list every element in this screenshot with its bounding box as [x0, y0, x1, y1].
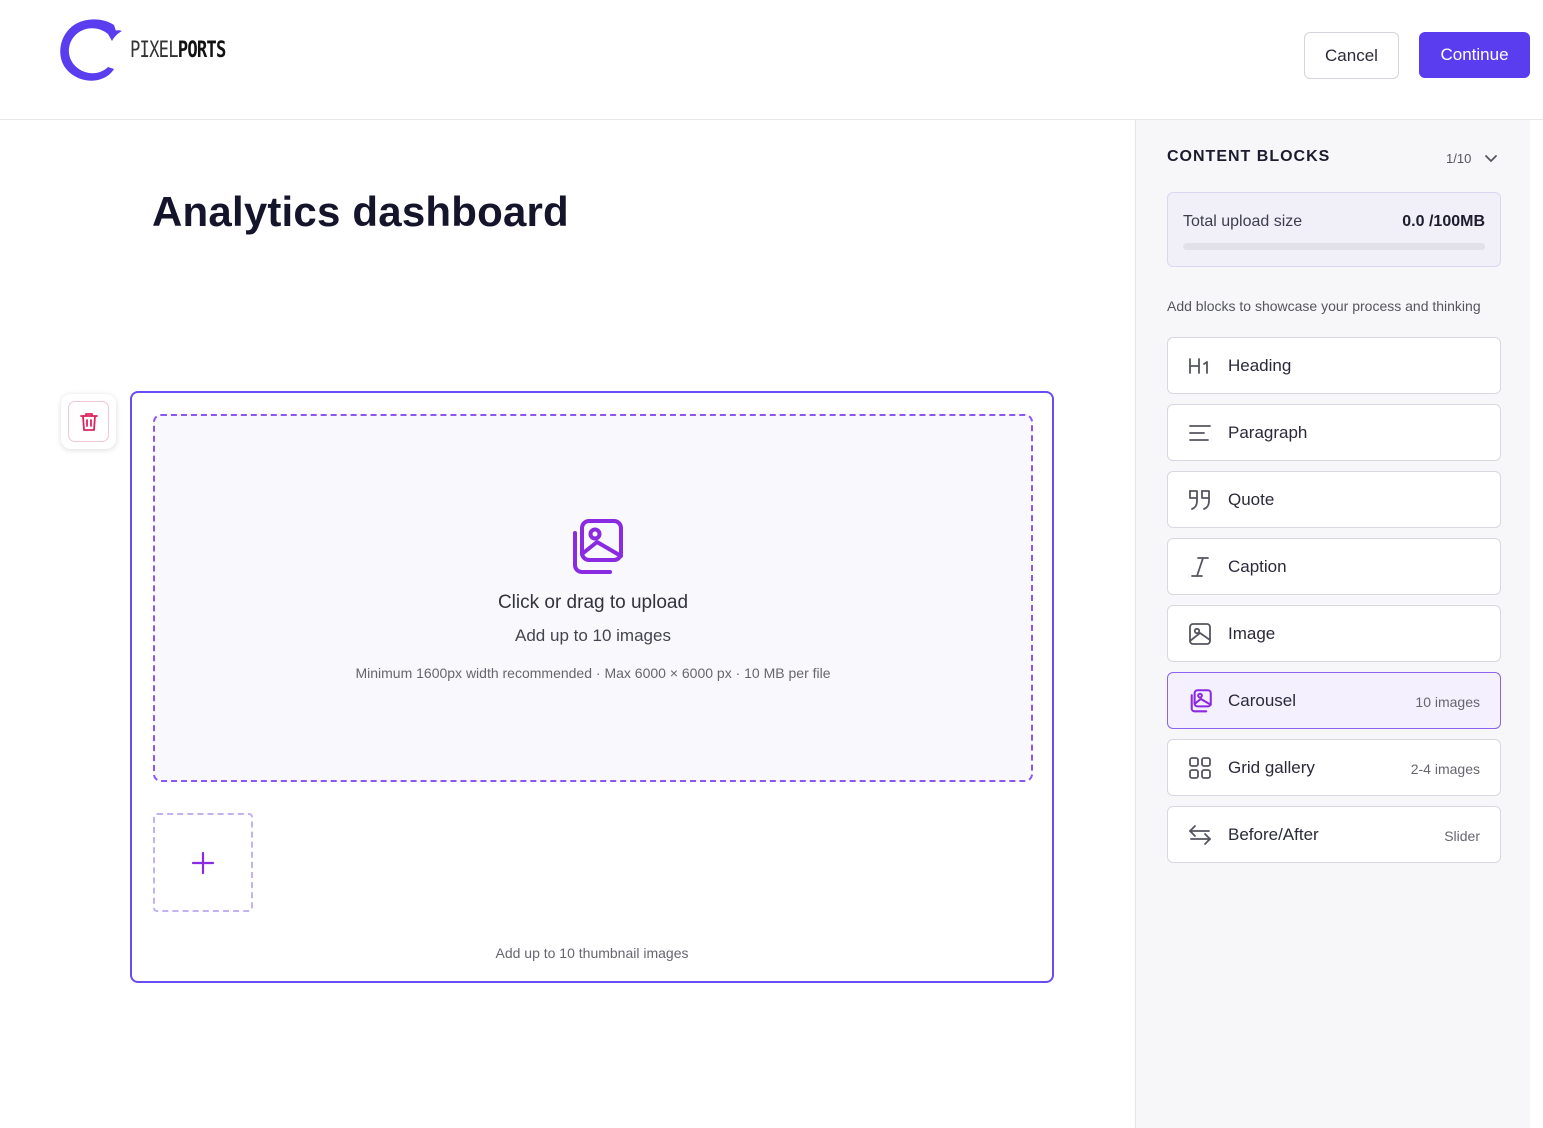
block-label: Image	[1228, 624, 1276, 643]
block-label: Carousel	[1228, 691, 1297, 710]
block-item-before-after[interactable]: Before/After Slider	[1167, 806, 1501, 863]
quote-icon	[1188, 488, 1212, 512]
logo-text-light: PIXEL	[130, 37, 179, 63]
chevron-down-icon[interactable]	[1483, 150, 1499, 171]
block-item-heading[interactable]: Heading	[1167, 337, 1501, 394]
images-icon	[566, 518, 624, 581]
logo-mark-icon	[60, 19, 122, 81]
block-label: Heading	[1228, 356, 1292, 375]
upload-size-label: Total upload size	[1183, 213, 1303, 230]
block-item-paragraph[interactable]: Paragraph	[1167, 404, 1501, 461]
page-title[interactable]: Analytics dashboard	[152, 188, 569, 236]
block-item-quote[interactable]: Quote	[1167, 471, 1501, 528]
swap-icon	[1188, 823, 1212, 847]
dropzone-title: Click or drag to upload	[497, 592, 689, 613]
sidebar-title: CONTENT BLOCKS	[1167, 148, 1331, 165]
block-label: Quote	[1228, 490, 1275, 509]
logo[interactable]: PIXELPORTS	[56, 17, 252, 83]
top-header: PIXELPORTS Cancel Continue	[0, 0, 1543, 120]
block-label: Grid gallery	[1228, 758, 1315, 777]
paragraph-icon	[1188, 421, 1212, 445]
block-label: Before/After	[1228, 825, 1319, 844]
logo-text: PIXELPORTS	[130, 38, 226, 63]
upload-progress-bar	[1183, 243, 1485, 250]
delete-block-button-inner	[68, 401, 109, 442]
heading-icon	[1188, 354, 1212, 378]
block-count: 1/10	[1446, 151, 1472, 166]
block-item-grid-gallery[interactable]: Grid gallery 2-4 images	[1167, 739, 1501, 796]
cancel-button[interactable]: Cancel	[1304, 32, 1399, 79]
grid-icon	[1188, 756, 1212, 780]
block-label: Paragraph	[1228, 423, 1308, 442]
carousel-icon	[1188, 689, 1212, 713]
block-meta: Slider	[1444, 828, 1480, 844]
logo-text-bold: PORTS	[177, 37, 227, 63]
block-item-image[interactable]: Image	[1167, 605, 1501, 662]
block-list: Heading Paragraph Quote Caption Image Ca…	[1167, 337, 1501, 873]
thumbnail-hint: Add up to 10 thumbnail images	[495, 945, 689, 961]
upload-size-panel: Total upload size 0.0 /100MB	[1167, 192, 1501, 267]
content-blocks-sidebar: CONTENT BLOCKS 1/10 Total upload size 0.…	[1135, 120, 1530, 1128]
continue-button[interactable]: Continue	[1419, 32, 1530, 78]
carousel-block: Click or drag to upload Add up to 10 ima…	[130, 391, 1054, 983]
caption-icon	[1188, 555, 1212, 579]
dropzone-subtitle: Add up to 10 images	[515, 626, 671, 645]
block-item-caption[interactable]: Caption	[1167, 538, 1501, 595]
block-label: Caption	[1228, 557, 1287, 576]
plus-icon	[191, 851, 215, 874]
upload-size-value: 0.0 /100MB	[1402, 213, 1485, 230]
delete-block-button[interactable]	[61, 394, 116, 449]
image-icon	[1188, 622, 1212, 646]
block-meta: 10 images	[1415, 694, 1480, 710]
upload-dropzone[interactable]: Click or drag to upload Add up to 10 ima…	[153, 414, 1033, 782]
dropzone-hint: Minimum 1600px width recommended · Max 6…	[355, 665, 831, 681]
sidebar-description: Add blocks to showcase your process and …	[1167, 298, 1481, 314]
add-thumbnail-button[interactable]	[153, 813, 253, 912]
trash-icon	[79, 412, 98, 431]
block-item-carousel[interactable]: Carousel 10 images	[1167, 672, 1501, 729]
block-meta: 2-4 images	[1410, 761, 1480, 777]
